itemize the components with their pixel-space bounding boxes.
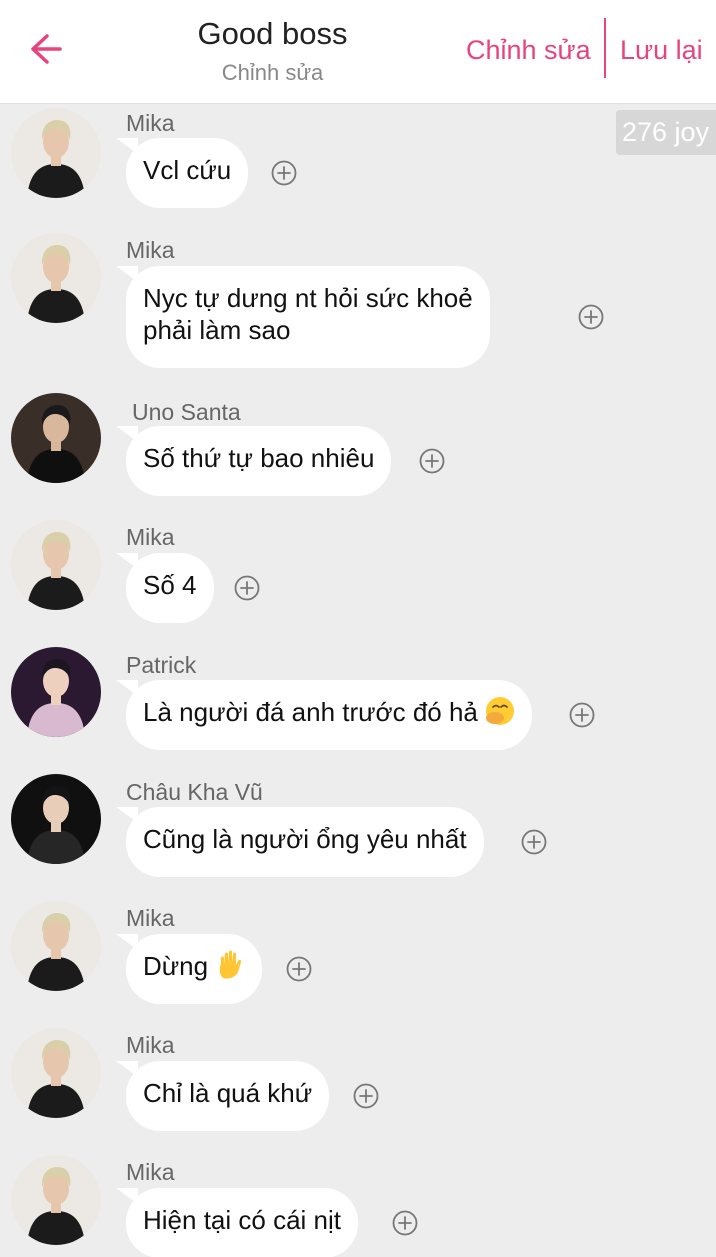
add-reaction-button[interactable] xyxy=(233,574,261,602)
bubble-tail xyxy=(116,138,138,154)
add-reaction-icon xyxy=(521,829,547,855)
message-bubble[interactable]: Nyc tự dưng nt hỏi sức khoẻ phải làm sao xyxy=(116,266,490,368)
message-bubble[interactable]: Số 4 xyxy=(116,553,214,623)
avatar[interactable] xyxy=(11,647,101,737)
message-bubble[interactable]: Vcl cứu xyxy=(116,138,249,208)
avatar[interactable] xyxy=(11,108,101,198)
bubble-tail xyxy=(116,680,138,696)
sender-name: Mika xyxy=(126,524,175,550)
message-text-line: Dừng xyxy=(143,951,209,981)
hand-over-mouth-emoji xyxy=(486,697,515,725)
add-reaction-icon xyxy=(353,1083,379,1109)
message-row: Mika Hiện tại có cái nịt xyxy=(0,1153,716,1257)
sender-name: Uno Santa xyxy=(132,399,241,425)
message-text-line: Số 4 xyxy=(143,570,197,600)
message-bubble[interactable]: Là người đá anh trước đó hả xyxy=(116,680,533,750)
avatar[interactable] xyxy=(11,774,101,864)
add-reaction-button[interactable] xyxy=(352,1082,380,1110)
message-text-line: Vcl cứu xyxy=(143,155,232,185)
message-bubble[interactable]: Dừng xyxy=(116,934,263,1004)
message-text-line: Cũng là người ổng yêu nhất xyxy=(143,824,467,854)
message-row: Uno Santa Số thứ tự bao nhiêu xyxy=(0,390,716,517)
add-reaction-button[interactable] xyxy=(391,1209,419,1237)
bubble-tail xyxy=(116,1188,138,1204)
message-text-line: Chỉ là quá khứ xyxy=(143,1078,313,1108)
message-text-line: Hiện tại có cái nịt xyxy=(143,1205,341,1235)
avatar[interactable] xyxy=(11,520,101,610)
message-row: Châu Kha Vũ Cũng là người ổng yêu nhất xyxy=(0,772,716,899)
add-reaction-button[interactable] xyxy=(285,955,313,983)
add-reaction-icon xyxy=(271,160,297,186)
message-bubble[interactable]: Chỉ là quá khứ xyxy=(116,1061,330,1131)
add-reaction-icon xyxy=(392,1210,418,1236)
sender-name: Mika xyxy=(126,110,175,136)
add-reaction-button[interactable] xyxy=(568,701,596,729)
message-row: Mika Vcl cứu xyxy=(0,104,716,231)
message-text-line: Số thứ tự bao nhiêu xyxy=(143,443,375,473)
title-block: Good boss Chỉnh sửa xyxy=(160,14,385,88)
add-reaction-icon xyxy=(419,448,445,474)
sender-name: Mika xyxy=(126,237,175,263)
add-reaction-button[interactable] xyxy=(418,447,446,475)
message-row: Mika Nyc tự dưng nt hỏi sức khoẻ phải làm… xyxy=(0,231,716,368)
joy-badge: 276 joy xyxy=(616,110,716,155)
back-arrow-icon xyxy=(31,34,62,64)
avatar[interactable] xyxy=(11,1155,101,1245)
message-bubble[interactable]: Số thứ tự bao nhiêu xyxy=(116,426,392,496)
message-bubble[interactable]: Cũng là người ổng yêu nhất xyxy=(116,807,484,877)
message-row: Patrick Là người đá anh trước đó hả xyxy=(0,645,716,772)
avatar[interactable] xyxy=(11,233,101,323)
avatar[interactable] xyxy=(11,1028,101,1118)
message-text-line: Là người đá anh trước đó hả xyxy=(143,697,478,727)
add-reaction-icon xyxy=(234,575,260,601)
message-text-line: phải làm sao xyxy=(143,315,291,345)
bubble-tail xyxy=(116,807,138,823)
save-button[interactable]: Lưu lại xyxy=(620,30,703,70)
add-reaction-icon xyxy=(286,956,312,982)
header-divider xyxy=(604,18,606,78)
add-reaction-button[interactable] xyxy=(577,303,605,331)
message-bubble[interactable]: Hiện tại có cái nịt xyxy=(116,1188,358,1257)
page-subtitle: Chỉnh sửa xyxy=(221,60,324,85)
sender-name: Patrick xyxy=(126,652,197,678)
bubble-tail xyxy=(116,266,138,282)
avatar[interactable] xyxy=(11,393,101,483)
message-row: Mika Dừng xyxy=(0,899,716,1026)
add-reaction-icon xyxy=(578,304,604,330)
back-button[interactable] xyxy=(22,26,68,72)
page-title: Good boss xyxy=(197,16,348,51)
sender-name: Mika xyxy=(126,1159,175,1185)
bubble-tail xyxy=(116,553,138,569)
add-reaction-button[interactable] xyxy=(520,828,548,856)
add-reaction-icon xyxy=(569,702,595,728)
bubble-tail xyxy=(116,934,138,950)
sender-name: Mika xyxy=(126,1032,175,1058)
avatar[interactable] xyxy=(11,901,101,991)
message-row: Mika Số 4 xyxy=(0,518,716,645)
sender-name: Châu Kha Vũ xyxy=(126,779,263,805)
message-row: Mika Chỉ là quá khứ xyxy=(0,1026,716,1153)
sender-name: Mika xyxy=(126,905,175,931)
top-bar: Good boss Chỉnh sửa Chỉnh sửa Lưu lại xyxy=(0,0,716,104)
bubble-tail xyxy=(116,426,138,442)
add-reaction-button[interactable] xyxy=(270,159,298,187)
edit-button[interactable]: Chỉnh sửa xyxy=(466,30,591,70)
raised-hand-emoji xyxy=(220,950,242,979)
message-text-line: Nyc tự dưng nt hỏi sức khoẻ xyxy=(143,283,473,313)
bubble-tail xyxy=(116,1061,138,1077)
